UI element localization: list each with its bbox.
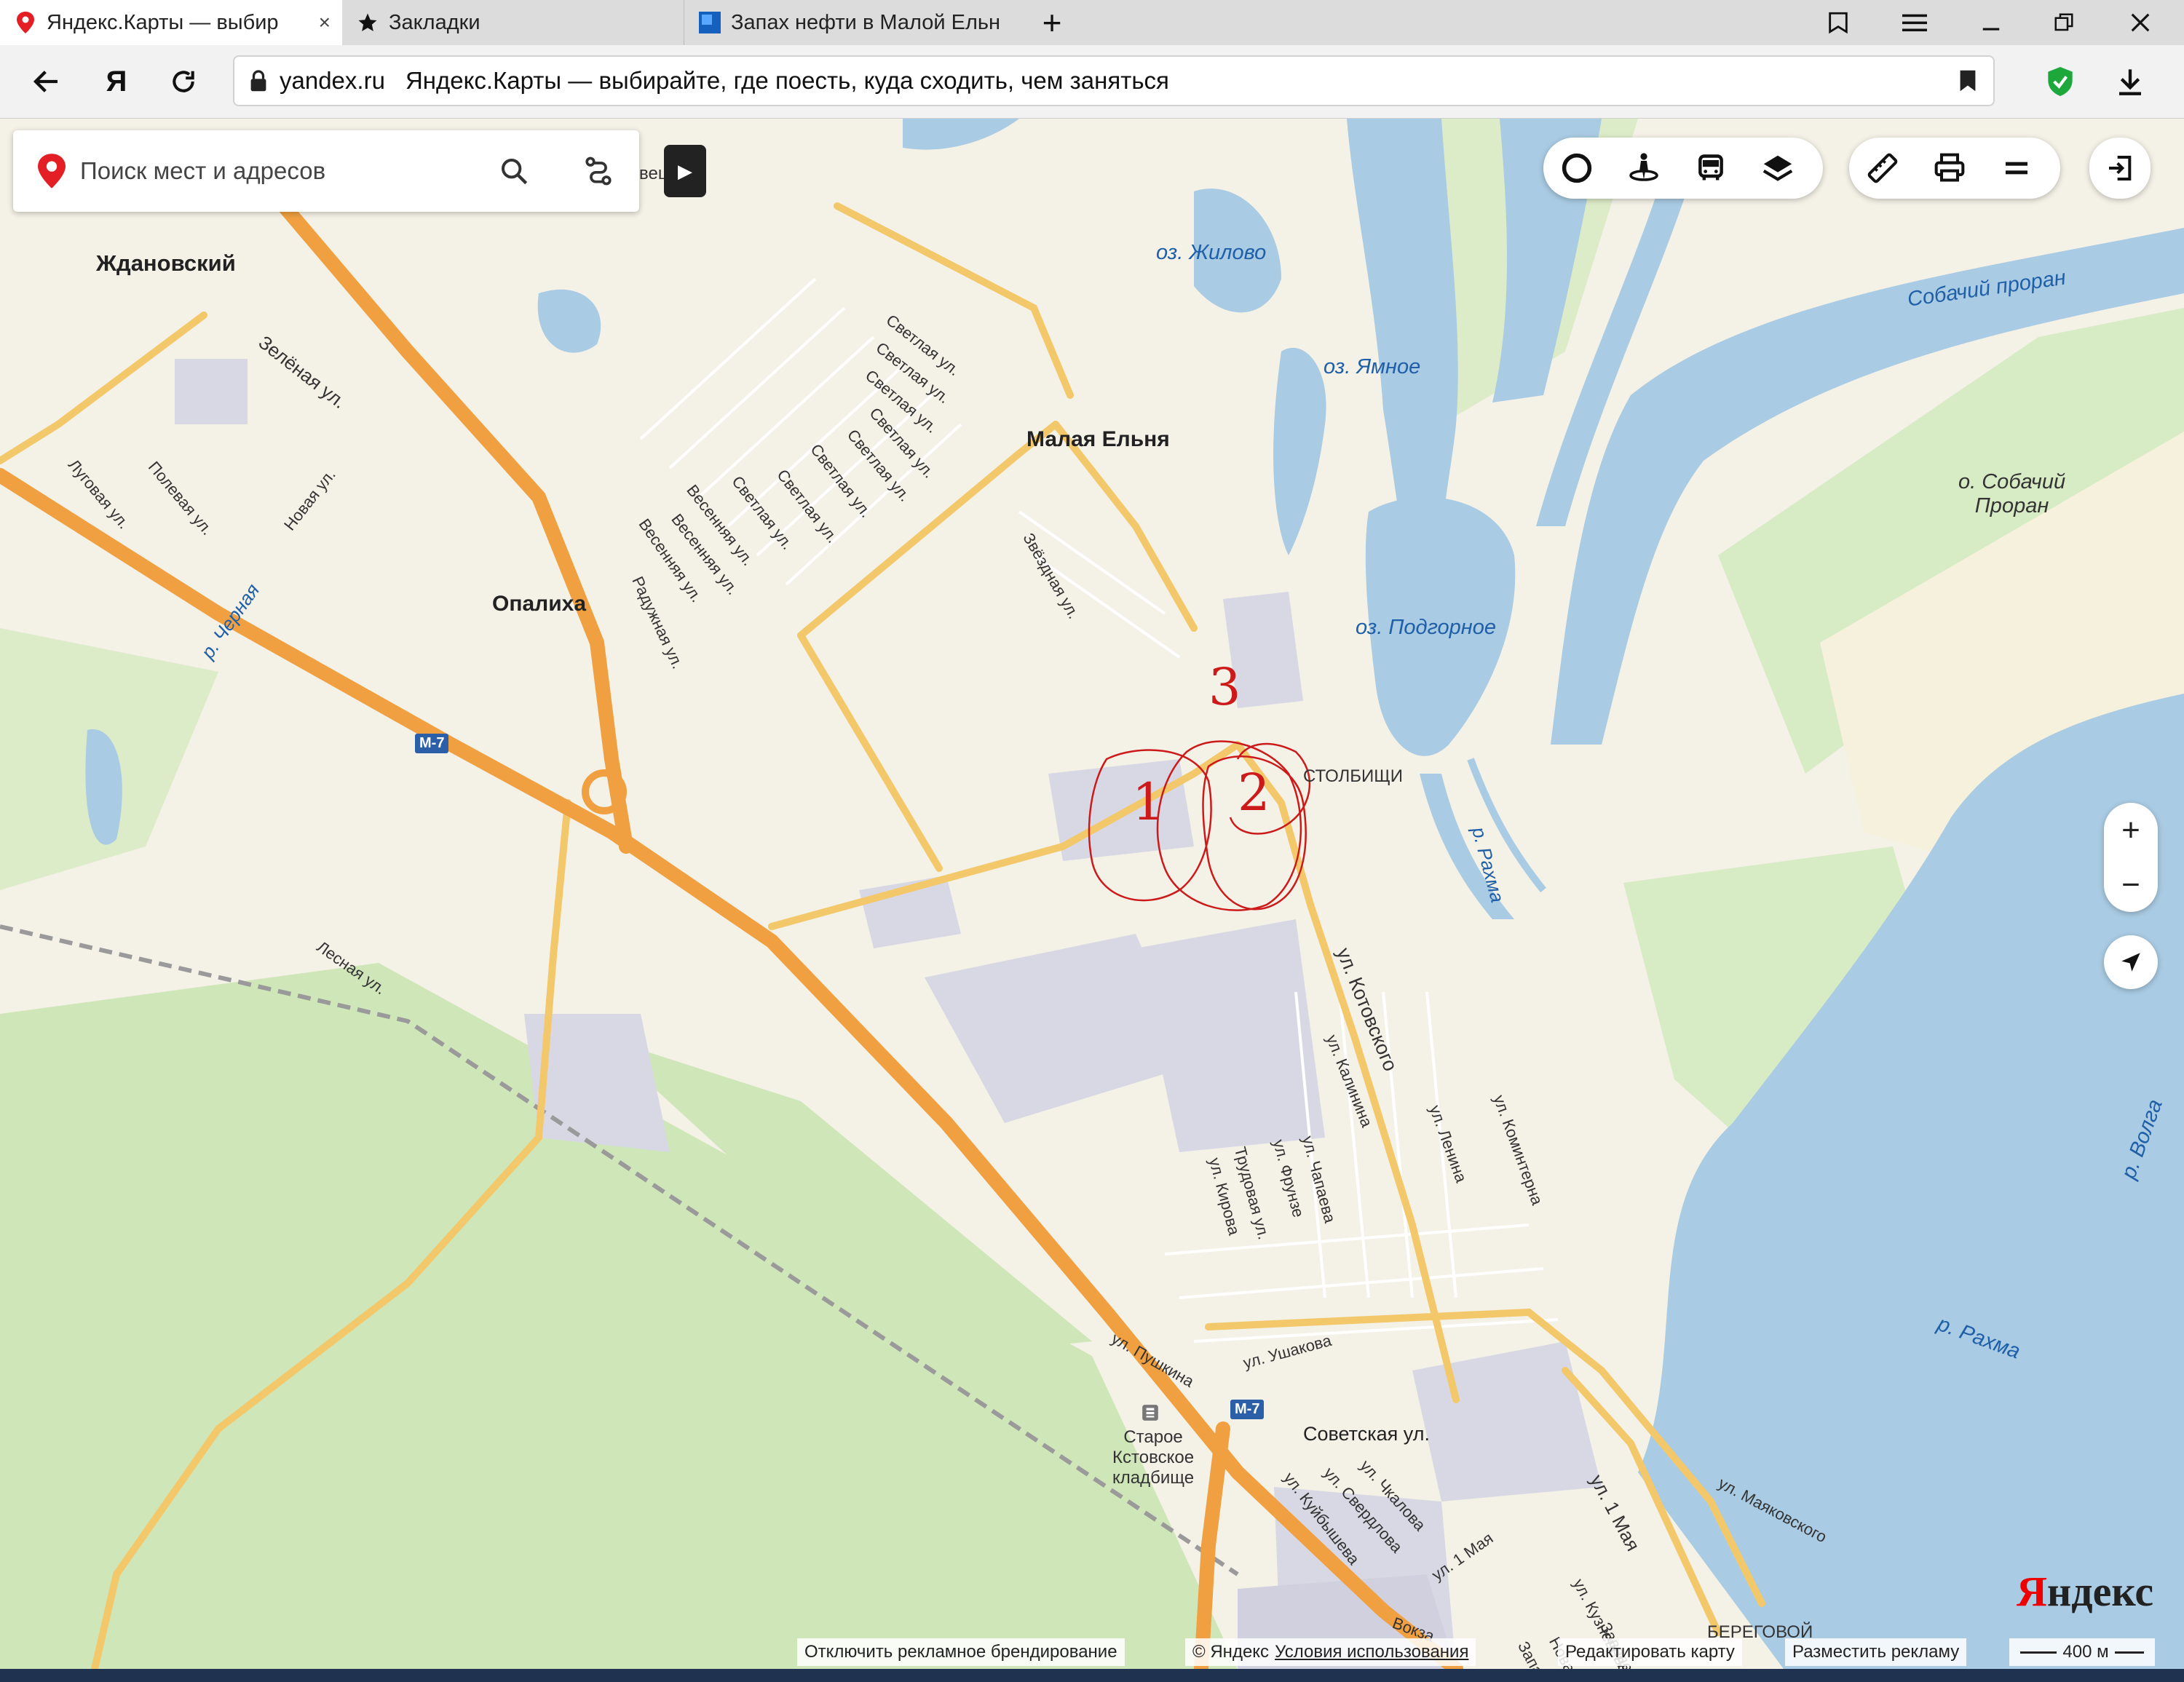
- reload-icon[interactable]: [162, 60, 205, 103]
- lock-icon: [249, 69, 268, 92]
- pond: [537, 289, 601, 353]
- os-taskbar: [0, 1669, 2184, 1682]
- place-stolbishchi[interactable]: СТОЛБИЩИ: [1303, 766, 1403, 787]
- terms-link[interactable]: Условия использования: [1275, 1642, 1468, 1662]
- map-tools-toolbar: [1849, 138, 2060, 199]
- advertise-link[interactable]: Разместить рекламу: [1785, 1638, 1967, 1666]
- star-icon: [357, 12, 379, 33]
- edit-map-link[interactable]: Редактировать карту: [1558, 1638, 1742, 1666]
- traffic-icon[interactable]: [1543, 138, 1610, 199]
- tab-title: Яндекс.Карты — выбир: [47, 10, 279, 34]
- url-page-title: Яндекс.Карты — выбирайте, где поесть, ку…: [405, 67, 1169, 94]
- place-opalikha[interactable]: Опалиха: [492, 592, 586, 616]
- river-channel: [903, 119, 1019, 150]
- tab-bookmarks[interactable]: Закладки: [342, 0, 684, 45]
- panorama-icon[interactable]: [1610, 138, 1677, 199]
- address-bar: Я yandex.ru Яндекс.Карты — выбирайте, гд…: [0, 45, 2184, 119]
- close-icon[interactable]: [2115, 0, 2166, 45]
- annotation-2: 2: [1238, 763, 1270, 822]
- street-sovetskaya[interactable]: Советская ул.: [1303, 1423, 1430, 1445]
- place-zhdanovsky[interactable]: Ждановский: [96, 250, 236, 277]
- downloads-icon[interactable]: [2108, 60, 2152, 103]
- geolocation-icon[interactable]: [2104, 935, 2158, 989]
- minimize-icon[interactable]: [1966, 0, 2017, 45]
- annotation-1: 1: [1132, 772, 1165, 832]
- place-cemetery[interactable]: Старое Кстовское кладбище: [1112, 1427, 1194, 1488]
- yandex-button[interactable]: Я: [95, 60, 138, 103]
- layers-icon[interactable]: [1744, 138, 1811, 199]
- lake-podgornoe-label[interactable]: оз. Подгорное: [1356, 616, 1496, 640]
- ruler-icon[interactable]: [1849, 138, 1916, 199]
- map-layers-toolbar: [1543, 138, 1823, 199]
- tab-yandex-maps[interactable]: Яндекс.Карты — выбир ×: [0, 0, 342, 45]
- login-icon[interactable]: [2089, 138, 2151, 199]
- map-canvas[interactable]: Ждановский Малая Ельня Опалиха СТОЛБИЩИ …: [0, 119, 2184, 1669]
- industrial-area: [1136, 919, 1325, 1152]
- map-footer: Отключить рекламное брендирование © Янде…: [0, 1633, 2184, 1669]
- map-base-layer: [0, 119, 2184, 1669]
- site-favicon: [699, 12, 721, 33]
- lake-yamnoe: [1273, 347, 1326, 555]
- zoom-out-button[interactable]: −: [2104, 857, 2158, 912]
- zoom-control: + −: [2104, 803, 2158, 912]
- menu-icon[interactable]: [1889, 0, 1940, 45]
- routes-icon[interactable]: [582, 155, 614, 187]
- maximize-icon[interactable]: [2038, 0, 2089, 45]
- lake-yamnoe-label[interactable]: оз. Ямное: [1324, 355, 1420, 379]
- protect-shield-icon[interactable]: [2038, 60, 2082, 103]
- yandex-maps-pin-icon: [38, 153, 66, 189]
- tab-bar: Яндекс.Карты — выбир × Закладки Запах не…: [0, 0, 2184, 45]
- back-icon[interactable]: [25, 60, 68, 103]
- place-sobachy-proran-island[interactable]: о. Собачий Проран: [1958, 470, 2065, 518]
- yandex-maps-pin-icon: [15, 12, 36, 33]
- tab-title: Закладки: [389, 10, 480, 34]
- cemetery-icon[interactable]: [1141, 1403, 1160, 1428]
- route-shield-m7[interactable]: M-7: [415, 734, 449, 753]
- scale-label: 400 м: [2062, 1642, 2109, 1662]
- tab-article[interactable]: Запах нефти в Малой Ельн: [684, 0, 1026, 45]
- bookmark-page-icon[interactable]: [1958, 69, 1977, 92]
- more-icon[interactable]: [1983, 138, 2050, 199]
- close-tab-icon[interactable]: ×: [319, 11, 331, 34]
- disable-ad-branding-link[interactable]: Отключить рекламное брендирование: [797, 1638, 1125, 1666]
- bookmarks-icon[interactable]: [1813, 0, 1864, 45]
- search-box[interactable]: Поиск мест и адресов: [13, 130, 639, 212]
- yandex-logo[interactable]: Яндекс: [2017, 1567, 2153, 1616]
- annotation-3: 3: [1208, 657, 1241, 717]
- search-input[interactable]: Поиск мест и адресов: [80, 157, 325, 185]
- zoom-in-button[interactable]: +: [2104, 803, 2158, 857]
- search-icon[interactable]: [499, 156, 529, 186]
- print-icon[interactable]: [1916, 138, 1983, 199]
- scale-bar: 400 м: [2009, 1638, 2155, 1666]
- transport-icon[interactable]: [1677, 138, 1744, 199]
- industrial-area: [1412, 1341, 1602, 1501]
- new-tab-button[interactable]: +: [1026, 0, 1077, 45]
- tab-title: Запах нефти в Малой Ельн: [731, 10, 1001, 34]
- collapse-panel-button[interactable]: ▶: [664, 145, 706, 197]
- copyright-text: © Яндекс: [1192, 1642, 1270, 1662]
- copyright-terms: © Яндекс Условия использования: [1185, 1638, 1476, 1666]
- place-malaya-elnya[interactable]: Малая Ельня: [1026, 427, 1170, 452]
- route-shield-m7[interactable]: M-7: [1230, 1400, 1265, 1419]
- url-domain: yandex.ru: [280, 67, 385, 94]
- lake-zhilovo-label[interactable]: оз. Жилово: [1156, 241, 1266, 265]
- url-field[interactable]: yandex.ru Яндекс.Карты — выбирайте, где …: [233, 55, 1995, 106]
- industrial-area: [175, 359, 248, 424]
